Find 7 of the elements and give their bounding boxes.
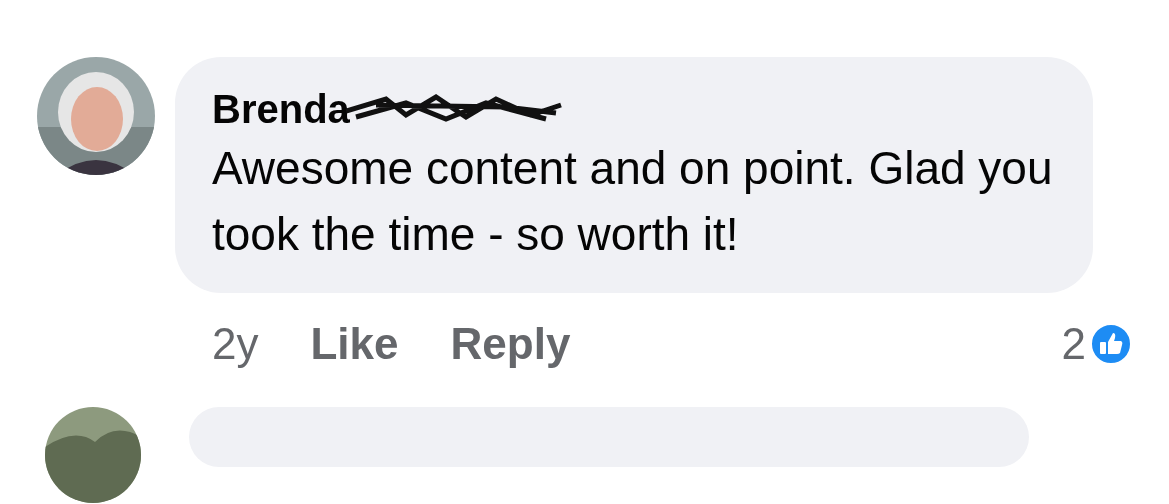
- action-link[interactable]: Reply: [450, 311, 571, 377]
- author-name[interactable]: Brenda: [212, 83, 350, 135]
- reaction-count: 2: [1061, 318, 1086, 370]
- like-reaction-icon: [1090, 323, 1132, 365]
- action-link[interactable]: Like: [310, 311, 399, 377]
- timestamp: 2y: [212, 318, 259, 370]
- comment-text: Awesome content and on point. Glad you took the time - so worth it!: [212, 141, 1054, 262]
